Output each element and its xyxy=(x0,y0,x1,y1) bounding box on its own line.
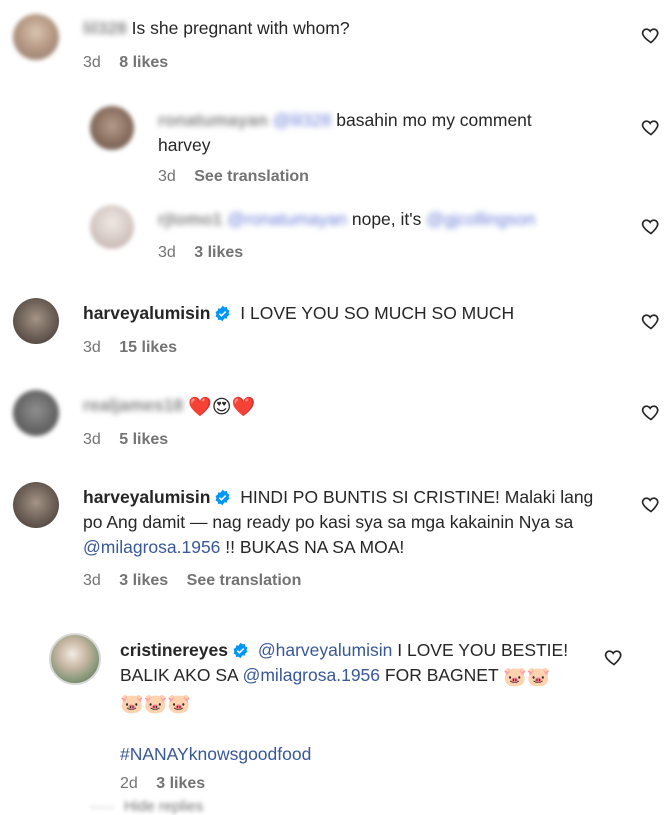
comment-text: I LOVE YOU BESTIE! xyxy=(397,640,569,660)
comment-meta: 3d 8 likes xyxy=(83,53,182,73)
comment-body: harveyalumisin HINDI PO BUNTIS SI CRISTI… xyxy=(83,485,623,560)
comment-username[interactable]: realjames18 xyxy=(83,395,183,415)
avatar[interactable] xyxy=(13,14,59,60)
comment-text: FOR BAGNET xyxy=(384,665,499,685)
comment-username[interactable]: rjtomo1 xyxy=(158,209,222,229)
comment-meta: 3d See translation xyxy=(158,167,323,187)
comment-text: po Ang damit — nag ready po kasi sya sa … xyxy=(83,512,574,532)
heart-icon[interactable] xyxy=(641,494,661,514)
avatar[interactable] xyxy=(90,106,134,150)
comment-body: harveyalumisin I LOVE YOU SO MUCH SO MUC… xyxy=(83,301,514,326)
see-translation-button[interactable]: See translation xyxy=(187,572,302,589)
comment-username[interactable]: harveyalumisin xyxy=(83,487,210,507)
verified-badge-icon xyxy=(215,305,230,322)
comment-username[interactable]: ronatumayan xyxy=(158,110,268,130)
pig-emojis: 🐷🐷🐷 xyxy=(120,694,191,715)
heart-icon[interactable] xyxy=(604,647,624,667)
mention-link[interactable]: @ronatumayan xyxy=(227,209,347,229)
comment-meta: 3d 15 likes xyxy=(83,338,191,358)
heart-icon[interactable] xyxy=(641,311,661,331)
comment-username[interactable]: cristinereyes xyxy=(120,640,228,660)
likes-count[interactable]: 3 likes xyxy=(119,572,168,589)
see-translation-button[interactable]: See translation xyxy=(194,168,309,185)
comment-text: basahin mo my comment xyxy=(336,110,532,130)
comment-text: nope, it's xyxy=(351,209,422,229)
heart-icon[interactable] xyxy=(641,117,661,137)
comment-text: HINDI PO BUNTIS SI CRISTINE! Malaki lang xyxy=(240,487,594,507)
mention-link[interactable]: @milagrosa.1956 xyxy=(243,665,380,685)
comment-text: harvey xyxy=(158,135,211,155)
likes-count[interactable]: 5 likes xyxy=(119,431,168,448)
comment-meta: 3d 3 likes See translation xyxy=(83,571,315,591)
avatar[interactable] xyxy=(13,298,59,344)
comment-username[interactable]: lil328 xyxy=(83,18,127,38)
mention-link[interactable]: @milagrosa.1956 xyxy=(83,537,220,557)
likes-count[interactable]: 3 likes xyxy=(194,244,243,261)
divider xyxy=(90,806,114,808)
hide-replies-label: Hide replies xyxy=(124,798,204,815)
comment-time: 3d xyxy=(83,431,101,448)
verified-badge-icon xyxy=(215,489,230,506)
comment-body: ronatumayan @lil328 basahin mo my commen… xyxy=(158,108,598,158)
likes-count[interactable]: 3 likes xyxy=(156,775,205,792)
heart-icon[interactable] xyxy=(641,402,661,422)
comment-text: !! BUKAS NA SA MOA! xyxy=(225,537,405,557)
comment-text: BALIK AKO SA xyxy=(120,665,238,685)
likes-count[interactable]: 15 likes xyxy=(119,339,177,356)
comment-meta: 3d 3 likes xyxy=(158,243,257,263)
comment-meta: 3d 5 likes xyxy=(83,430,182,450)
avatar[interactable] xyxy=(90,205,134,249)
mention-link[interactable]: @gjcollingson xyxy=(426,209,535,229)
heart-icon[interactable] xyxy=(641,216,661,236)
comment-time: 3d xyxy=(83,339,101,356)
verified-badge-icon xyxy=(233,642,248,659)
comment-time: 3d xyxy=(158,244,176,261)
mention-link[interactable]: @harveyalumisin xyxy=(258,640,392,660)
comment-emojis: ❤️😍❤️ xyxy=(188,397,256,418)
comment-time: 3d xyxy=(83,572,101,589)
comment-body: rjtomo1 @ronatumayan nope, it's @gjcolli… xyxy=(158,207,598,232)
comment-time: 2d xyxy=(120,775,138,792)
comment-meta: 2d 3 likes xyxy=(120,774,219,794)
avatar[interactable] xyxy=(13,390,59,436)
pig-emojis: 🐷🐷 xyxy=(503,667,551,688)
comment-time: 3d xyxy=(83,54,101,71)
comment-body: realjames18 ❤️😍❤️ xyxy=(83,393,255,420)
avatar[interactable] xyxy=(49,633,101,685)
comment-time: 3d xyxy=(158,168,176,185)
comment-body: cristinereyes @harveyalumisin I LOVE YOU… xyxy=(120,638,590,767)
avatar[interactable] xyxy=(13,482,59,528)
comment-username[interactable]: harveyalumisin xyxy=(83,303,210,323)
comment-body: lil328 Is she pregnant with whom? xyxy=(83,16,350,41)
comment-text: Is she pregnant with whom? xyxy=(131,18,350,38)
likes-count[interactable]: 8 likes xyxy=(119,54,168,71)
heart-icon[interactable] xyxy=(641,25,661,45)
hide-replies-button[interactable]: Hide replies xyxy=(90,798,203,815)
hashtag-link[interactable]: #NANAYknowsgoodfood xyxy=(120,744,311,764)
mention-link[interactable]: @lil328 xyxy=(273,110,332,130)
comment-text: I LOVE YOU SO MUCH SO MUCH xyxy=(240,303,515,323)
